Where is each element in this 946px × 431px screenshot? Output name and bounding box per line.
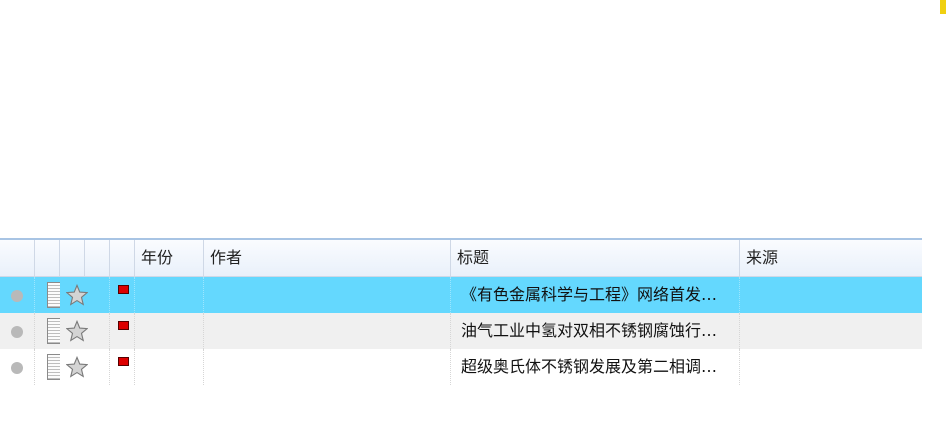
flag-cell (110, 349, 135, 385)
red-flag-icon[interactable] (118, 357, 129, 366)
document-icon[interactable] (47, 282, 60, 308)
source-cell (740, 277, 922, 313)
document-cell (35, 349, 60, 385)
status-cell (0, 277, 35, 313)
table-row[interactable]: 油气工业中氢对双相不锈钢腐蚀行… (0, 313, 922, 349)
flag-cell (110, 277, 135, 313)
favorite-cell (60, 277, 110, 313)
star-icon[interactable] (65, 355, 89, 378)
header-favorite-column[interactable] (60, 240, 85, 276)
header-flag-column[interactable] (110, 240, 135, 276)
year-cell (135, 349, 204, 385)
document-icon[interactable] (47, 318, 60, 344)
red-flag-icon[interactable] (118, 285, 129, 294)
favorite-cell (60, 349, 110, 385)
table-header: 年份 作者 标题 来源 (0, 240, 922, 277)
title-cell: 《有色金属科学与工程》网络首发… (451, 277, 740, 313)
source-cell (740, 313, 922, 349)
header-source[interactable]: 来源 (740, 240, 922, 276)
header-document-column[interactable] (35, 240, 60, 276)
author-cell (204, 313, 451, 349)
header-title[interactable]: 标题 (451, 240, 740, 276)
author-cell (204, 277, 451, 313)
header-status-column[interactable] (0, 240, 35, 276)
document-cell (35, 277, 60, 313)
status-cell (0, 349, 35, 385)
status-dot-icon (11, 362, 23, 374)
status-dot-icon (11, 326, 23, 338)
source-cell (740, 349, 922, 385)
author-cell (204, 349, 451, 385)
reference-table: 年份 作者 标题 来源 《有色金属科学与工程》网络首发… 油气工业中氢对双相不锈钢… (0, 238, 922, 385)
year-cell (135, 277, 204, 313)
table-row[interactable]: 超级奥氏体不锈钢发展及第二相调… (0, 349, 922, 385)
status-cell (0, 313, 35, 349)
flag-cell (110, 313, 135, 349)
document-icon[interactable] (47, 354, 60, 380)
title-cell: 油气工业中氢对双相不锈钢腐蚀行… (451, 313, 740, 349)
header-author[interactable]: 作者 (204, 240, 451, 276)
header-extra-column[interactable] (85, 240, 110, 276)
star-icon[interactable] (65, 319, 89, 342)
red-flag-icon[interactable] (118, 321, 129, 330)
reference-list-view: 年份 作者 标题 来源 《有色金属科学与工程》网络首发… 油气工业中氢对双相不锈钢… (0, 0, 946, 431)
title-cell: 超级奥氏体不锈钢发展及第二相调… (451, 349, 740, 385)
document-cell (35, 313, 60, 349)
header-year[interactable]: 年份 (135, 240, 204, 276)
status-dot-icon (11, 290, 23, 302)
favorite-cell (60, 313, 110, 349)
table-body: 《有色金属科学与工程》网络首发… 油气工业中氢对双相不锈钢腐蚀行… 超级奥氏体不锈钢… (0, 277, 922, 385)
table-row[interactable]: 《有色金属科学与工程》网络首发… (0, 277, 922, 313)
star-icon[interactable] (65, 283, 89, 306)
window-edge-marker (940, 0, 946, 14)
year-cell (135, 313, 204, 349)
